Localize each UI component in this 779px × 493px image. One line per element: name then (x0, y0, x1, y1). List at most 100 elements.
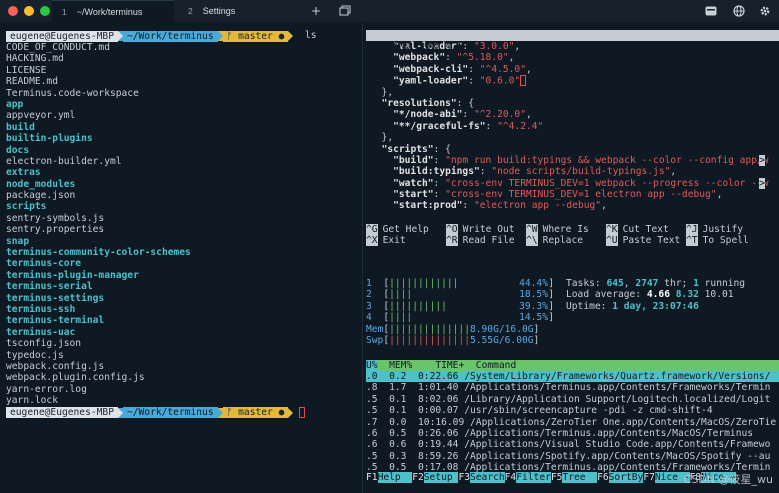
function-key-label[interactable]: Search (470, 472, 505, 483)
close-window-button[interactable] (8, 6, 18, 16)
process-row[interactable]: .5 0.1 8:02.06 /Library/Application Supp… (366, 394, 779, 405)
function-key[interactable]: F2 (412, 472, 424, 483)
tab-menu-icon[interactable] (337, 3, 353, 19)
nano-line: }, (370, 86, 394, 98)
nano-cursor (520, 75, 527, 87)
function-key[interactable]: F6 (597, 472, 609, 483)
function-key[interactable]: F1 (366, 472, 378, 483)
pane-divider[interactable] (362, 22, 363, 493)
htop-pane[interactable]: 1 [|||||||||||| 44.4%] 2 [|||| 18.5%] 3 [|||… (366, 278, 779, 493)
nano-line: "scripts": { (381, 143, 451, 155)
directory-entry: terminus-community-color-schemes (6, 247, 191, 259)
nano-shortcut: ^R Read File (446, 235, 515, 247)
terminal-pane-left[interactable]: eugene@Eugenes-MBP ~/Work/terminus ᚠ maste… (0, 22, 360, 493)
directory-entry: build (6, 121, 35, 133)
directory-entry: terminus-settings (6, 292, 105, 304)
file-entry: package.json (6, 190, 76, 202)
file-entry: webpack.config.js (6, 360, 105, 372)
nano-filename: package.json (542, 52, 612, 63)
directory-entry: terminus-ssh (6, 303, 76, 315)
nano-line: "build": "npm run build:typings && webpa… (393, 154, 769, 167)
file-entry: CODE_OF_CONDUCT.md (6, 42, 110, 53)
tab-settings[interactable]: 2 Settings (178, 0, 298, 22)
file-entry: webpack.plugin.config.js (6, 372, 145, 384)
function-key[interactable]: F3 (458, 472, 470, 483)
function-key-label[interactable]: Help (377, 472, 413, 483)
title-bar: 1 ~/Work/terminus 2 Settings + (0, 0, 779, 22)
function-key[interactable]: F5 (551, 472, 563, 483)
directory-entry: scripts (6, 201, 47, 213)
tab-label: Settings (202, 6, 236, 16)
directory-entry: app (6, 98, 24, 110)
nano-header: GNU nano 4.5 package.json (366, 30, 779, 63)
nano-shortcut: ^W Where Is (526, 224, 589, 235)
nano-shortcut: ^J Justify (686, 224, 743, 235)
process-row[interactable]: .6 0.6 0:19.44 /Applications/Visual Stud… (366, 439, 779, 450)
function-key-label[interactable]: Setup (423, 472, 459, 483)
directory-entry: terminus-terminal (6, 315, 105, 327)
nano-shortcut: ^X Exit (366, 235, 406, 247)
cpu-meter: 3 [|||||||||| 39.3%] (366, 300, 554, 312)
nano-shortcut: ^T To Spell (686, 235, 749, 247)
function-key[interactable]: F4 (505, 472, 517, 483)
line-truncated-marker: > (759, 177, 765, 190)
file-entry: HACKING.md (6, 53, 64, 65)
process-row[interactable]: .5 0.1 0:00.07 /usr/sbin/screencapture -… (366, 405, 779, 416)
function-key-label[interactable]: Filter (516, 472, 551, 483)
nano-line: "resolutions": { (381, 97, 474, 109)
file-entry: typedoc.js (6, 349, 64, 361)
directory-entry: terminus-core (6, 258, 82, 270)
directory-entry: node_modules (6, 178, 76, 190)
prompt-command: ls (304, 30, 317, 42)
nano-line: "build:typings": "node scripts/build-typ… (393, 166, 677, 178)
nano-line: "start": "cross-env TERMINUS_DEV=1 elect… (393, 189, 723, 201)
nano-editor-pane[interactable]: GNU nano 4.5 package.json "val-loader": … (366, 30, 779, 248)
file-entry: tsconfig.json (6, 338, 82, 350)
nano-shortcut: ^\ Replace (526, 235, 583, 247)
watermark: CSDN @筱星_wu (683, 473, 773, 486)
file-entry: sentry.properties (6, 224, 105, 236)
prompt-path: ~/Work/terminus (122, 407, 218, 418)
uptime: Uptime: 1 day, 23:07:46 (566, 300, 699, 312)
new-tab-icon[interactable]: + (308, 3, 324, 19)
function-key[interactable]: F7 (643, 472, 655, 483)
tab-label: ~/Work/terminus (76, 6, 143, 17)
gear-icon[interactable] (757, 3, 773, 19)
file-entry: appveyor.yml (6, 110, 76, 122)
process-row[interactable]: .8 1.7 1:01.40 /Applications/Terminus.ap… (366, 382, 779, 393)
nano-buffer[interactable]: "val-loader": "3.0.0", "webpack": "^5.18… (366, 41, 779, 212)
globe-icon[interactable] (731, 3, 747, 19)
file-entry: Terminus.code-workspace (6, 87, 139, 99)
process-row[interactable]: .7 0.0 10:16.09 /Applications/ZeroTier O… (366, 417, 779, 428)
nano-line: "start:prod": "electron app --debug", (393, 200, 607, 212)
nano-shortcut: ^G Get Help (366, 224, 429, 235)
nano-line: "*/node-abi": "^2.20.0", (393, 109, 532, 121)
process-row[interactable]: .6 0.5 0:26.06 /Applications/Terminus.ap… (366, 428, 779, 439)
mem-meter: Mem[||||||||||||||8.90G/16.0G] (366, 323, 540, 335)
nano-line: "**/graceful-fs": "^4.2.4" (393, 120, 544, 132)
process-list[interactable]: .0 0.2 0:22.66 /System/Library/Framework… (366, 371, 779, 474)
nano-shortcut: ^U Paste Text (606, 235, 681, 247)
directory-entry: terminus-plugin-manager (6, 269, 139, 281)
tab-number: 2 (188, 6, 193, 16)
directory-entry: snap (6, 235, 30, 247)
function-key-label[interactable]: Tree (562, 472, 598, 483)
process-row[interactable]: .5 0.3 8:59.26 /Applications/Spotify.app… (366, 451, 779, 462)
ls-output: CODE_OF_CONDUCT.md HACKING.md LICENSE READM… (6, 42, 354, 407)
function-key-label[interactable]: SortBy (608, 472, 644, 483)
tasks-info: Tasks: 645, 2747 thr; 1 running (566, 278, 746, 289)
file-entry: README.md (6, 76, 58, 88)
prompt-git-branch: ᚠ master ● (222, 407, 289, 418)
directory-entry: terminus-uac (6, 326, 76, 338)
terminal-icon[interactable] (703, 3, 719, 19)
zoom-window-button[interactable] (40, 6, 50, 16)
process-row[interactable]: .0 0.2 0:22.66 /System/Library/Framework… (366, 371, 779, 383)
cpu-meter: 2 [|||| 18.5%] (366, 289, 554, 301)
minimize-window-button[interactable] (24, 6, 34, 16)
file-entry: yarn.lock (6, 395, 58, 407)
cpu-meter: 1 [|||||||||||| 44.4%] (366, 278, 554, 289)
file-entry: sentry-symbols.js (6, 212, 105, 224)
tab-terminus[interactable]: 1 ~/Work/terminus (52, 0, 174, 22)
file-entry: LICENSE (6, 64, 47, 76)
swap-meter: Swp[||||||||||||||5.55G/6.00G] (366, 334, 540, 346)
